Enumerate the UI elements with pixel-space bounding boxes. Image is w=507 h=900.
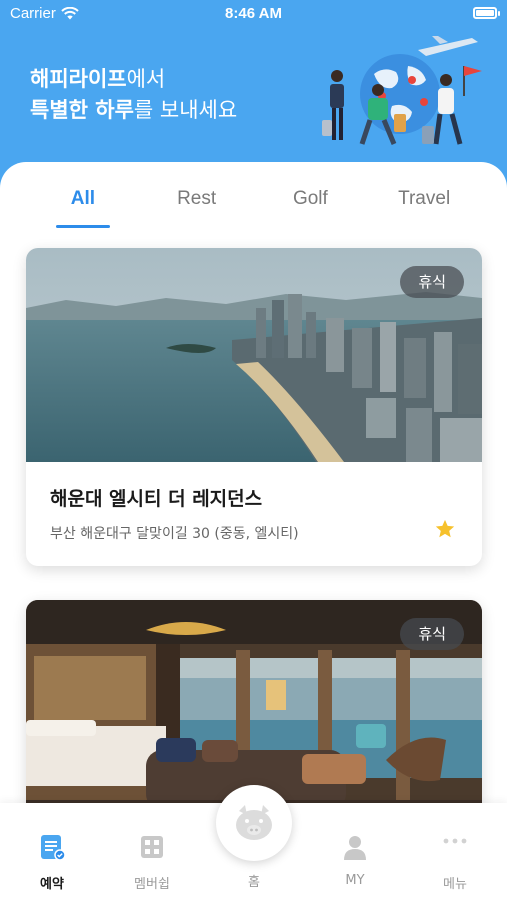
status-time: 8:46 AM	[225, 5, 282, 22]
tabbar-item-menu[interactable]: 메뉴	[415, 833, 495, 892]
listing-address: 부산 해운대구 달맞이길 30 (중동, 엘시티)	[50, 526, 299, 542]
tabbar-label: 메뉴	[443, 877, 467, 892]
listing-info: 해운대 엘시티 더 레지던스 부산 해운대구 달맞이길 30 (중동, 엘시티)	[26, 462, 482, 566]
tab-rest[interactable]: Rest	[140, 188, 254, 228]
tabbar-item-my[interactable]: MY	[315, 833, 395, 888]
tabbar-label: 멤버쉽	[134, 877, 170, 892]
person-icon	[344, 836, 366, 860]
tab-travel[interactable]: Travel	[367, 188, 481, 228]
listing-card[interactable]: 휴식 해운대 엘시티 더 레지던스 부산 해운대구 달맞이길 30 (중동, 엘…	[26, 248, 482, 566]
bottom-tab-bar: 예약 멤버쉽 홈 MY 메뉴	[0, 785, 507, 900]
tabbar-item-membership[interactable]: 멤버쉽	[112, 833, 192, 892]
hero-brand: 해피라이프	[30, 67, 127, 91]
tabbar-label: MY	[345, 873, 365, 888]
hero-headline: 해피라이프에서 특별한 하루를 보내세요	[30, 64, 237, 126]
hero-banner: 해피라이프에서 특별한 하루를 보내세요	[0, 28, 507, 163]
hero-emphasis: 특별한 하루	[30, 98, 134, 122]
tabbar-item-reservation[interactable]: 예약	[12, 833, 92, 892]
hero-line2-rest: 를 보내세요	[133, 98, 238, 122]
category-tabs: All Rest Golf Travel	[26, 188, 481, 228]
membership-icon	[141, 836, 163, 858]
tabbar-label: 홈	[248, 875, 260, 890]
tabbar-label: 예약	[40, 877, 64, 892]
favorite-star-icon[interactable]	[434, 518, 456, 540]
tab-golf[interactable]: Golf	[254, 188, 368, 228]
category-badge: 휴식	[400, 618, 464, 650]
battery-icon	[473, 7, 500, 19]
tab-all[interactable]: All	[26, 188, 140, 228]
home-button[interactable]	[216, 785, 292, 861]
category-badge: 휴식	[400, 266, 464, 298]
listing-title: 해운대 엘시티 더 레지던스	[50, 488, 263, 510]
hero-line1-rest: 에서	[126, 67, 166, 91]
more-dots-icon	[443, 838, 467, 844]
reservation-icon	[41, 835, 66, 861]
travelers-illustration	[322, 36, 482, 145]
pig-home-icon	[236, 805, 272, 840]
status-bar: Carrier 8:46 AM	[0, 0, 507, 28]
